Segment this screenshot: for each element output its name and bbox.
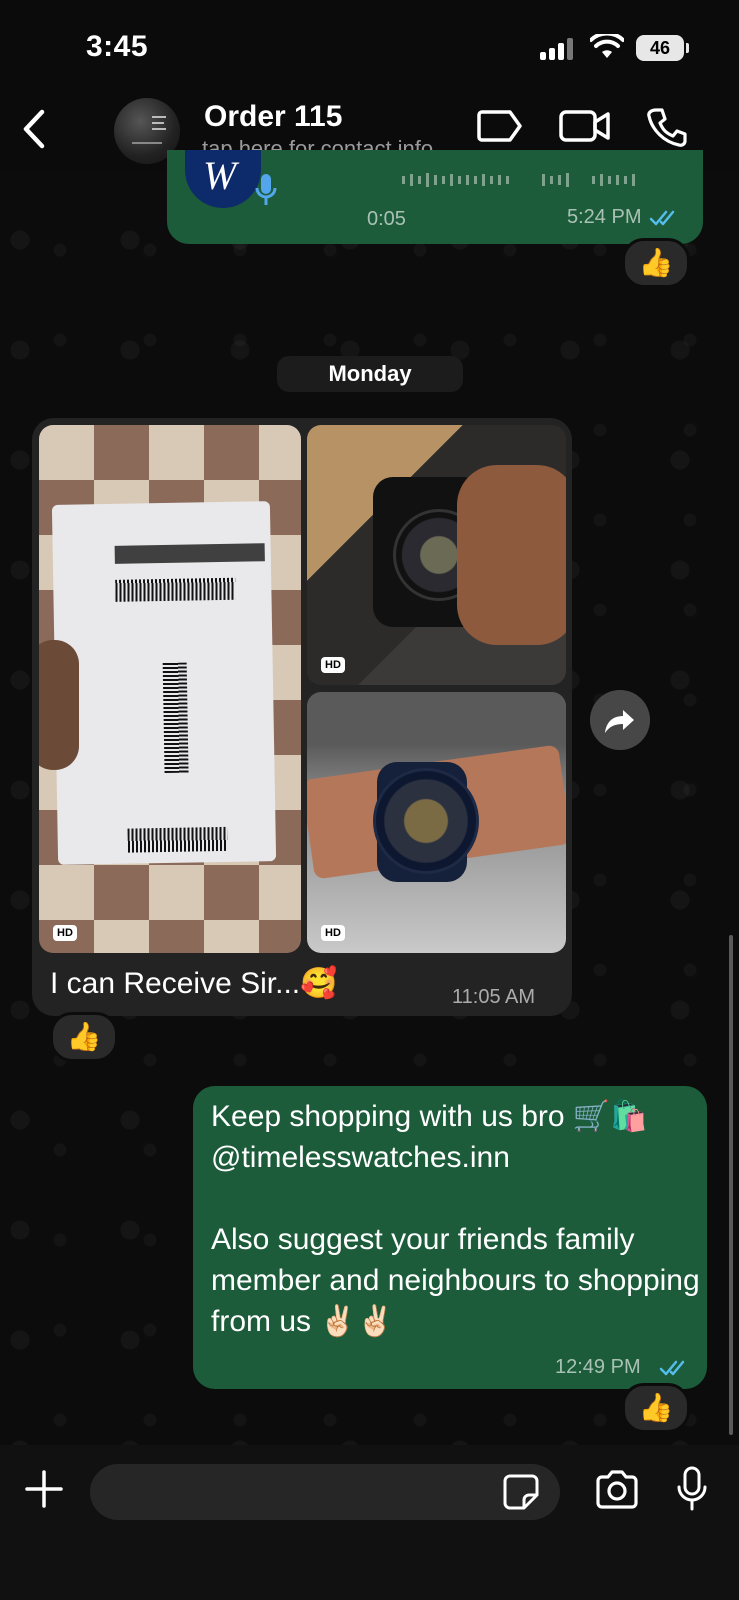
wifi-icon bbox=[590, 34, 624, 58]
label-tag-icon[interactable] bbox=[476, 106, 524, 146]
photo-watch-on-wrist[interactable]: HD bbox=[307, 692, 566, 953]
message-time: 5:24 PM bbox=[567, 206, 642, 228]
voice-message-bubble[interactable]: W 0:05 5:24 PM bbox=[167, 150, 703, 244]
back-button[interactable] bbox=[14, 104, 54, 154]
scrollbar[interactable] bbox=[729, 935, 733, 1435]
reaction-badge[interactable]: 👍 bbox=[622, 1383, 690, 1433]
message-text: Keep shopping with us bro 🛒🛍️ @timelessw… bbox=[211, 1100, 700, 1338]
waveform bbox=[402, 173, 635, 187]
hd-badge: HD bbox=[321, 925, 345, 941]
thumb bbox=[39, 640, 79, 770]
contact-name[interactable]: Order 115 bbox=[204, 100, 342, 134]
voice-sender-avatar: W bbox=[185, 150, 261, 208]
status-bar: 3:45 46 bbox=[0, 0, 739, 92]
reaction-badge[interactable]: 👍 bbox=[50, 1012, 118, 1062]
message-time: 12:49 PM bbox=[555, 1356, 641, 1378]
voice-duration: 0:05 bbox=[367, 208, 406, 230]
date-separator: Monday bbox=[277, 356, 463, 392]
hd-badge: HD bbox=[321, 657, 345, 673]
voice-call-icon[interactable] bbox=[646, 106, 688, 148]
forward-button[interactable] bbox=[590, 690, 650, 750]
photo-watch-in-hand[interactable]: HD bbox=[307, 425, 566, 685]
reaction-badge[interactable]: 👍 bbox=[622, 238, 690, 288]
microphone-icon[interactable] bbox=[676, 1465, 708, 1513]
hd-badge: HD bbox=[53, 925, 77, 941]
video-call-icon[interactable] bbox=[558, 106, 612, 146]
message-input[interactable] bbox=[90, 1464, 560, 1520]
battery-cap-icon bbox=[686, 43, 689, 53]
microphone-icon bbox=[255, 174, 277, 205]
battery-level: 46 bbox=[636, 35, 684, 61]
media-message-bubble[interactable]: HD HD HD I can Receive Sir...🥰 11:05 AM bbox=[32, 418, 572, 1016]
sticker-icon[interactable] bbox=[502, 1473, 540, 1511]
outgoing-message-bubble[interactable]: Keep shopping with us bro 🛒🛍️ @timelessw… bbox=[193, 1086, 707, 1389]
camera-icon[interactable] bbox=[594, 1469, 640, 1509]
message-time: 11:05 AM bbox=[452, 986, 536, 1008]
status-time: 3:45 bbox=[86, 30, 149, 63]
message-caption: I can Receive Sir...🥰 bbox=[50, 967, 338, 1000]
read-ticks-icon bbox=[659, 1360, 685, 1376]
photo-package[interactable]: HD bbox=[39, 425, 301, 953]
package-box bbox=[51, 501, 277, 865]
message-input-bar bbox=[0, 1445, 739, 1600]
cellular-signal-icon bbox=[540, 38, 576, 60]
attach-plus-button[interactable] bbox=[24, 1469, 64, 1509]
read-ticks-icon bbox=[649, 210, 675, 226]
